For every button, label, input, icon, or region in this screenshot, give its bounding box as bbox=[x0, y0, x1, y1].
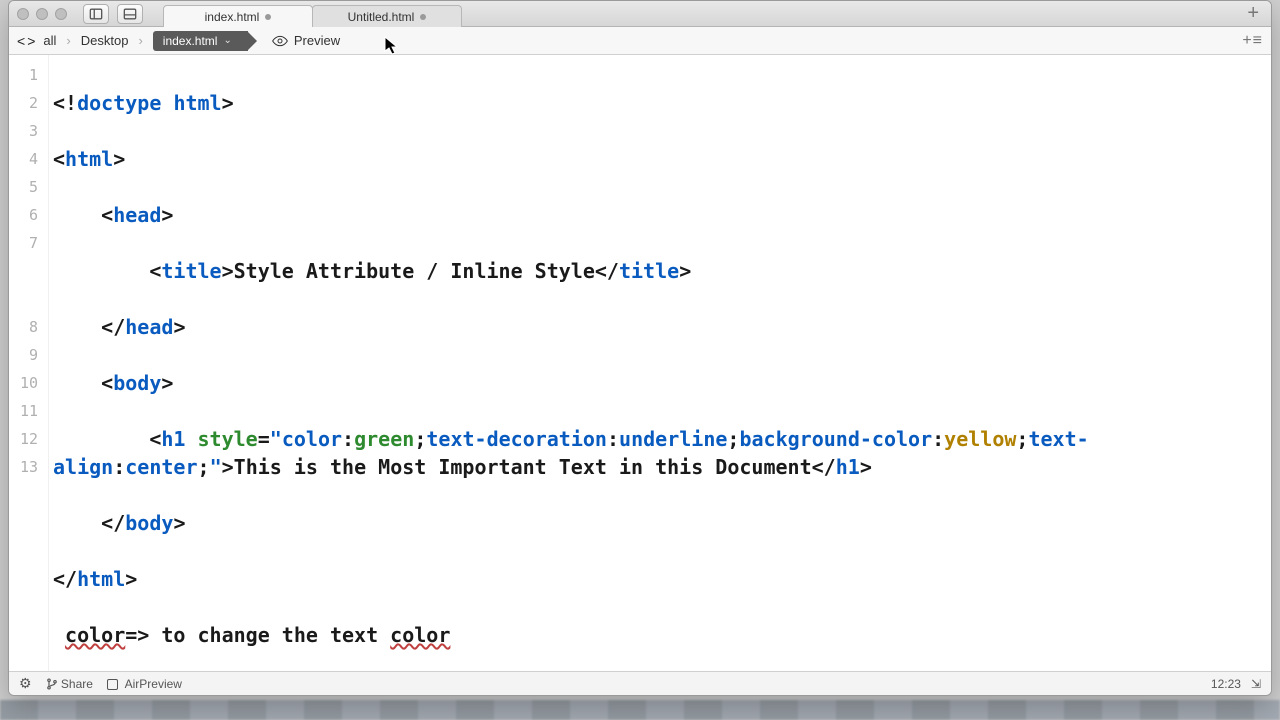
share-label: Share bbox=[61, 677, 93, 691]
modified-dot-icon bbox=[265, 14, 271, 20]
crumb-current-label: index.html bbox=[163, 34, 218, 48]
tab-strip: index.html Untitled.html bbox=[163, 1, 461, 26]
panel-icon bbox=[123, 7, 137, 21]
chevron-right-icon: › bbox=[66, 33, 70, 48]
status-bar: ⚙︎ Share AirPreview 12:23 ⇲ bbox=[9, 671, 1271, 695]
line-gutter: 1234567 8910111213 bbox=[9, 55, 49, 671]
tab-index-html[interactable]: index.html bbox=[163, 5, 313, 27]
path-bar: < > all › Desktop › index.html ⌄ Preview… bbox=[9, 27, 1271, 55]
panel-toggle-button[interactable] bbox=[117, 4, 143, 24]
window-controls[interactable] bbox=[17, 8, 67, 20]
git-branch-button[interactable]: Share bbox=[46, 677, 93, 691]
preview-button[interactable]: Preview bbox=[272, 33, 340, 49]
modified-dot-icon bbox=[420, 14, 426, 20]
git-branch-icon bbox=[46, 678, 58, 690]
zoom-icon[interactable] bbox=[55, 8, 67, 20]
crumb-all[interactable]: all bbox=[43, 33, 56, 48]
sidebar-toggle-button[interactable] bbox=[83, 4, 109, 24]
code-content[interactable]: <!doctype html> <html> <head> <title>Sty… bbox=[49, 55, 1271, 671]
tab-label: index.html bbox=[205, 10, 260, 24]
nav-back-button[interactable]: < bbox=[17, 33, 25, 49]
dock-strip bbox=[0, 700, 1280, 720]
crumb-current-file[interactable]: index.html ⌄ bbox=[153, 31, 248, 51]
tab-untitled-html[interactable]: Untitled.html bbox=[312, 5, 462, 27]
h1-text: This is the Most Important Text in this … bbox=[234, 455, 812, 479]
sidebar-icon bbox=[89, 7, 103, 21]
editor-window: index.html Untitled.html + < > all › Des… bbox=[8, 0, 1272, 696]
collapse-icon[interactable]: ⇲ bbox=[1251, 677, 1261, 691]
crumb-desktop[interactable]: Desktop bbox=[81, 33, 129, 48]
minimize-icon[interactable] bbox=[36, 8, 48, 20]
chevron-down-icon: ⌄ bbox=[223, 35, 231, 46]
preview-label: Preview bbox=[294, 33, 340, 48]
chevron-right-icon: › bbox=[138, 33, 142, 48]
new-tab-button[interactable]: + bbox=[1247, 2, 1263, 25]
square-icon bbox=[107, 679, 118, 690]
eye-icon bbox=[272, 33, 288, 49]
code-editor[interactable]: 1234567 8910111213 <!doctype html> <html… bbox=[9, 55, 1271, 671]
nav-forward-button[interactable]: > bbox=[27, 33, 35, 49]
airpreview-label: AirPreview bbox=[125, 677, 182, 691]
cursor-position: 12:23 bbox=[1211, 677, 1241, 691]
airpreview-button[interactable]: AirPreview bbox=[107, 677, 182, 691]
path-bar-right-icons[interactable]: +≡ bbox=[1242, 32, 1263, 50]
titlebar: index.html Untitled.html + bbox=[9, 1, 1271, 27]
close-icon[interactable] bbox=[17, 8, 29, 20]
title-text: Style Attribute / Inline Style bbox=[234, 259, 595, 283]
history-nav: < > bbox=[17, 33, 35, 49]
gear-icon[interactable]: ⚙︎ bbox=[19, 675, 32, 692]
tab-label: Untitled.html bbox=[348, 10, 415, 24]
